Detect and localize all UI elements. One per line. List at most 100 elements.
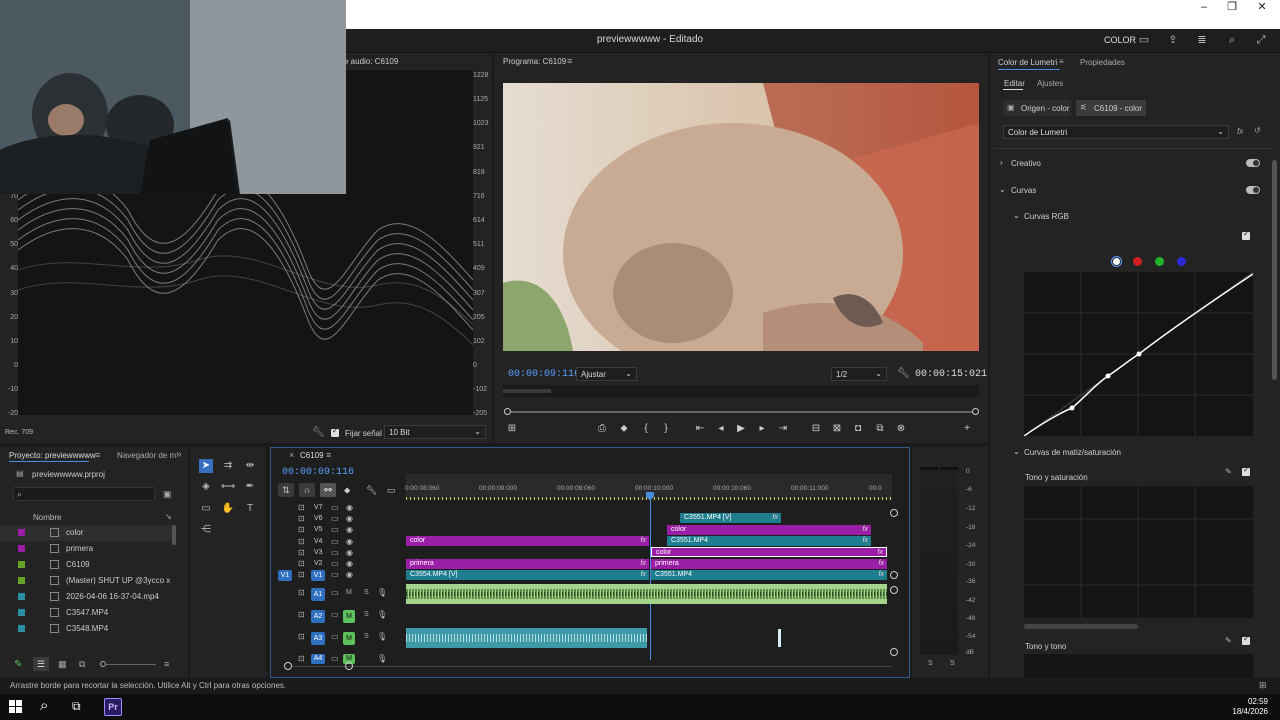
windows-start-icon[interactable]: [9, 700, 22, 713]
eyedropper-icon[interactable]: ✎: [1225, 636, 1232, 645]
lock-icon[interactable]: ⊡: [298, 588, 305, 597]
clip-v2-b[interactable]: primera fx: [651, 559, 887, 569]
rgb-curves-checkbox[interactable]: [1242, 229, 1250, 240]
play-icon[interactable]: ▶: [735, 423, 747, 434]
search-icon[interactable]: ⌕: [1225, 34, 1239, 46]
solo-a2[interactable]: S: [364, 611, 369, 618]
panel-icon[interactable]: ▭: [1137, 34, 1151, 46]
premiere-pro-app-icon[interactable]: Pr: [104, 698, 122, 716]
lock-icon[interactable]: ⊡: [298, 570, 305, 579]
compare-icon[interactable]: ⧉: [874, 423, 886, 434]
clock-time[interactable]: 02:59: [1218, 697, 1268, 706]
chevron-down-icon[interactable]: ⌄: [1013, 211, 1020, 220]
timeline-timecode[interactable]: 00:00:09:116: [282, 467, 354, 478]
resolution-select[interactable]: 1/2 ⌄: [831, 367, 887, 381]
track-select-tool-icon[interactable]: ⇉: [221, 459, 235, 473]
zoom-slider[interactable]: [106, 664, 156, 665]
section-curves[interactable]: Curvas: [1011, 186, 1036, 195]
label-color-swatch[interactable]: [18, 593, 25, 600]
curves-toggle[interactable]: [1246, 186, 1260, 194]
tab-media-browser[interactable]: Navegador de m: [117, 451, 176, 460]
project-item[interactable]: C6109: [0, 557, 176, 573]
clamp-checkbox[interactable]: [331, 426, 339, 437]
clip-v5[interactable]: color fx: [667, 525, 871, 535]
playhead-line[interactable]: [650, 500, 651, 660]
menu-icon[interactable]: ≡: [326, 450, 331, 460]
linked-selection-icon[interactable]: ⚯: [320, 483, 336, 497]
eye-icon[interactable]: ◉: [346, 537, 353, 546]
hue-hue-checkbox[interactable]: [1242, 634, 1250, 645]
search-icon[interactable]: ⌕: [40, 697, 48, 714]
lock-icon[interactable]: ⊡: [298, 654, 305, 663]
project-item[interactable]: (Master) SHUT UP @3ycco x: [0, 573, 176, 589]
channel-red[interactable]: [1133, 257, 1142, 266]
chevron-down-icon[interactable]: ⌄: [999, 185, 1006, 194]
subtab-presets[interactable]: Ajustes: [1037, 79, 1063, 88]
column-name-header[interactable]: Nombre: [33, 513, 61, 522]
selection-tool-icon[interactable]: ➤: [199, 459, 213, 473]
eye-icon[interactable]: ◉: [346, 559, 353, 568]
type-tool-icon[interactable]: T: [243, 502, 257, 516]
scrub-in-handle[interactable]: [504, 408, 511, 415]
hue-sat-scrollbar[interactable]: [1024, 624, 1138, 629]
vr-icon[interactable]: ⊗: [895, 423, 907, 434]
track-label-a3[interactable]: A3: [311, 632, 325, 645]
close-button[interactable]: ✕: [1246, 0, 1278, 14]
camera-icon[interactable]: ◘: [852, 423, 864, 434]
eye-icon[interactable]: ◉: [346, 525, 353, 534]
project-scrollbar[interactable]: [172, 525, 176, 545]
lock-icon[interactable]: ⊡: [298, 514, 305, 523]
clip-v1-a[interactable]: C3554.MP4 [V] fx: [406, 570, 649, 580]
list-view-icon[interactable]: ☰: [33, 657, 49, 671]
nest-icon[interactable]: ⇅: [278, 483, 294, 497]
snap-icon[interactable]: ∩: [299, 483, 315, 497]
timeline-settings-icon[interactable]: 🔧︎: [366, 485, 377, 496]
eyedropper-icon[interactable]: ✎: [1225, 467, 1232, 476]
project-item[interactable]: primera: [0, 541, 176, 557]
microphone-icon[interactable]: 🎙︎: [377, 588, 387, 597]
track-label-v6[interactable]: V6: [314, 515, 323, 522]
clip-v4-color[interactable]: color fx: [406, 536, 649, 546]
eye-icon[interactable]: ◉: [346, 503, 353, 512]
solo-left-button[interactable]: S: [928, 660, 933, 667]
label-color-swatch[interactable]: [18, 545, 25, 552]
wrench-icon[interactable]: 🔧︎: [312, 427, 325, 438]
fx-icon[interactable]: fx: [1237, 127, 1243, 136]
more-tabs-icon[interactable]: »: [176, 449, 182, 460]
reset-icon[interactable]: ↺: [1254, 126, 1261, 135]
sync-lock-icon[interactable]: ▭: [331, 548, 339, 557]
go-to-out-icon[interactable]: ⇥: [777, 423, 789, 434]
pen-tool-icon[interactable]: ✒: [243, 480, 257, 494]
tab-properties[interactable]: Propiedades: [1080, 58, 1125, 67]
extract-icon[interactable]: ⊠: [831, 423, 843, 434]
step-forward-icon[interactable]: ▸: [756, 423, 768, 434]
hue-vs-sat-graph[interactable]: [1024, 486, 1253, 618]
audio-clip-a1[interactable]: [406, 584, 887, 604]
track-label-v4[interactable]: V4: [314, 538, 323, 545]
workspace-label[interactable]: COLOR: [1104, 35, 1136, 45]
icon-view-icon[interactable]: ▦: [58, 659, 67, 670]
horizontal-zoom-bar[interactable]: [292, 666, 892, 667]
clip-v1-b[interactable]: C3551.MP4 fx: [651, 570, 887, 580]
source-patch-v1[interactable]: V1: [278, 570, 292, 581]
lock-icon[interactable]: ⊡: [298, 503, 305, 512]
freeform-view-icon[interactable]: ⧉: [79, 659, 85, 670]
tab-sequence[interactable]: C6109: [300, 451, 324, 460]
restore-button[interactable]: ❐: [1216, 0, 1248, 14]
close-icon[interactable]: ×: [289, 450, 294, 460]
audio-clip-a3[interactable]: [406, 628, 647, 648]
project-item[interactable]: C3548.MP4: [0, 621, 176, 637]
quick-export-icon[interactable]: ≣: [1195, 34, 1209, 46]
solo-a1[interactable]: S: [364, 589, 369, 596]
menu-icon[interactable]: ≡: [1059, 57, 1064, 66]
mark-in-icon[interactable]: {: [640, 423, 652, 434]
go-to-in-icon[interactable]: ⇤: [694, 423, 706, 434]
lumetri-scrollbar[interactable]: [1272, 160, 1277, 380]
chevron-down-icon[interactable]: ⌄: [1013, 447, 1020, 456]
ripple-edit-tool-icon[interactable]: ⇹: [243, 459, 257, 473]
track-label-a2[interactable]: A2: [311, 610, 325, 623]
label-color-swatch[interactable]: [18, 609, 25, 616]
lock-icon[interactable]: ⊡: [298, 525, 305, 534]
clip-v2-a[interactable]: primera fx: [406, 559, 649, 569]
fit-select[interactable]: Ajustar ⌄: [576, 367, 637, 381]
